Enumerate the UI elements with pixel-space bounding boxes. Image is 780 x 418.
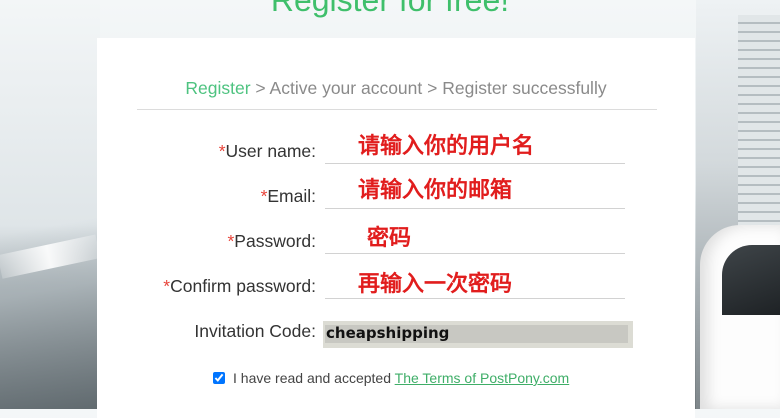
step-activate: Active your account xyxy=(269,78,423,98)
invitation-value: cheapshipping xyxy=(326,324,450,342)
terms-checkbox[interactable] xyxy=(213,372,225,384)
register-card: Register > Active your account > Registe… xyxy=(97,38,695,418)
username-label-text: User name: xyxy=(225,141,316,161)
username-label: *User name: xyxy=(219,141,316,162)
step-success: Register successfully xyxy=(442,78,607,98)
email-label-text: Email: xyxy=(267,186,316,206)
invitation-label: Invitation Code: xyxy=(194,321,316,341)
step-separator: > xyxy=(250,78,270,98)
page-title: Register for free! xyxy=(270,0,510,18)
confirm-password-annotation: 再输入一次密码 xyxy=(358,272,513,297)
terms-link[interactable]: The Terms of PostPony.com xyxy=(395,370,570,386)
divider xyxy=(137,109,657,110)
terms-text: I have read and accepted xyxy=(233,370,395,386)
background-streak xyxy=(0,234,101,279)
required-mark: * xyxy=(218,141,226,161)
background-left xyxy=(0,0,101,409)
step-separator: > xyxy=(422,78,443,98)
step-register: Register xyxy=(185,78,251,98)
background-car-window xyxy=(722,245,780,315)
email-label: *Email: xyxy=(261,186,316,207)
password-annotation: 密码 xyxy=(367,226,412,251)
password-label-text: Password: xyxy=(234,231,316,251)
background-building xyxy=(738,15,780,245)
confirm-password-label-text: Confirm password: xyxy=(170,276,316,296)
username-annotation: 请输入你的用户名 xyxy=(358,134,535,159)
confirm-password-label: *Confirm password: xyxy=(163,276,316,297)
password-label: *Password: xyxy=(227,231,316,252)
email-annotation: 请输入你的邮箱 xyxy=(358,178,513,203)
terms-agreement: I have read and accepted The Terms of Po… xyxy=(213,370,569,386)
progress-steps: Register > Active your account > Registe… xyxy=(97,78,695,99)
